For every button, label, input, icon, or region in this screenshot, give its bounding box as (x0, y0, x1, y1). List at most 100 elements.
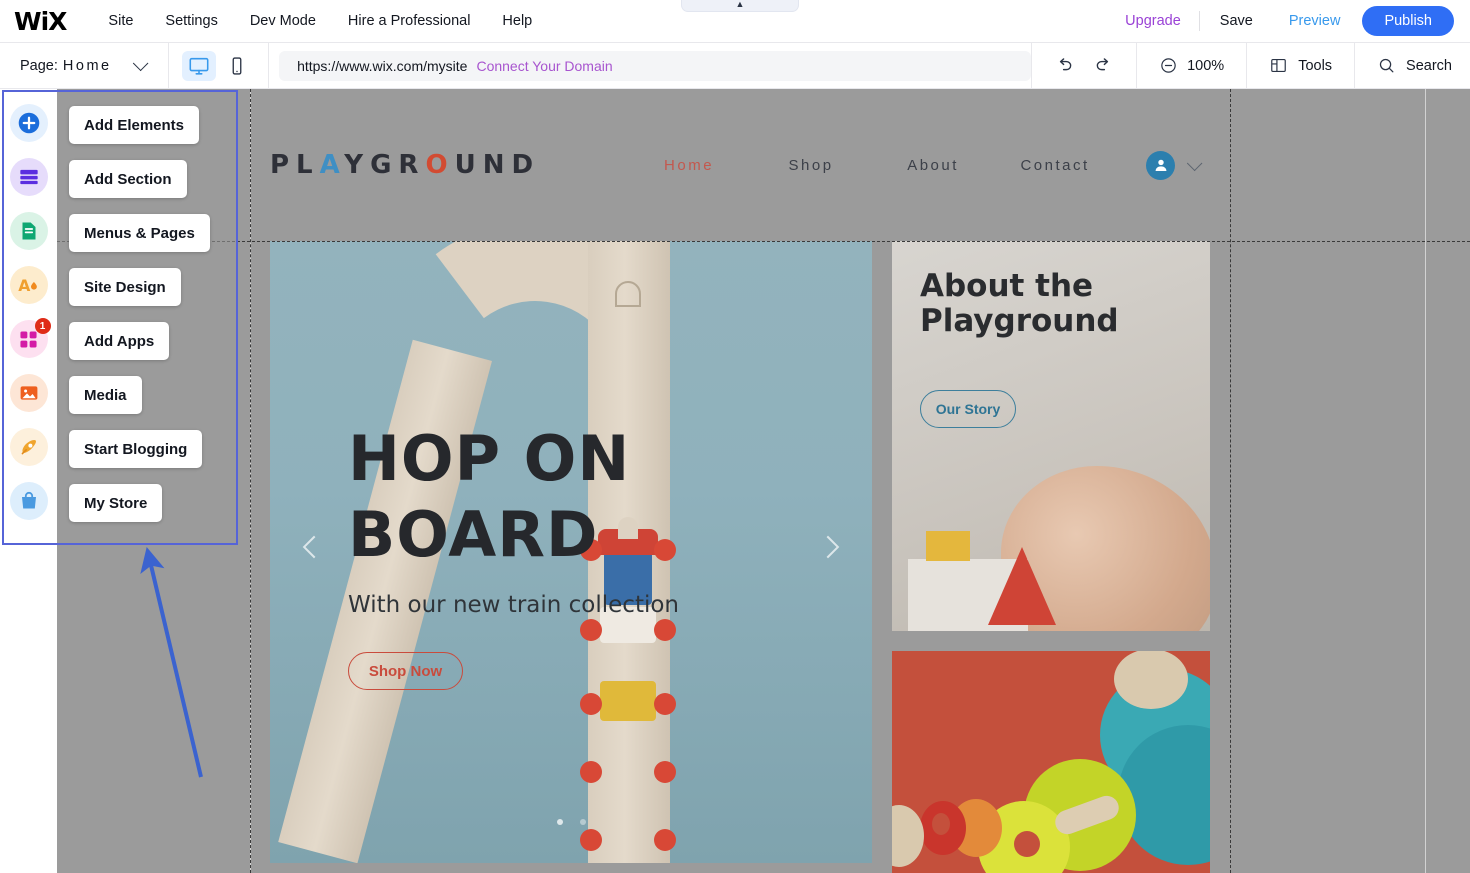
sidebar-item-site-design[interactable]: A (10, 266, 48, 304)
guide-horizontal-header (57, 241, 1470, 242)
search-button[interactable]: Search (1355, 56, 1470, 75)
site-url-bar[interactable]: https://www.wix.com/mysite Connect Your … (279, 51, 1031, 81)
top-nav-dev-mode[interactable]: Dev Mode (250, 13, 316, 29)
chevron-up-icon: ▲ (736, 0, 745, 8)
chevron-left-icon[interactable] (303, 536, 326, 559)
ring-wood-left (892, 805, 924, 867)
redo-button[interactable] (1093, 55, 1114, 76)
sidebar-item-add-section[interactable] (10, 158, 48, 196)
brand-letter-a: A (320, 150, 345, 180)
sidebar-item-start-blogging[interactable] (10, 428, 48, 466)
site-preview-frame: PLAYGROUND Home Shop About Contact (250, 89, 1422, 873)
minus-circle-icon (1159, 56, 1178, 75)
apps-notification-badge: 1 (35, 318, 51, 334)
hero-subtitle: With our new train collection (348, 592, 679, 618)
menu-button-site-design[interactable]: Site Design (69, 268, 181, 306)
guide-vertical-right (1230, 89, 1231, 873)
ring-hole-red (932, 813, 950, 835)
hero-title-line-1: HOP ON (348, 421, 679, 497)
panels-layout-icon (1269, 56, 1288, 75)
brand-part-3: UND (455, 150, 540, 180)
top-nav-settings[interactable]: Settings (165, 13, 217, 29)
our-story-button[interactable]: Our Story (920, 390, 1016, 428)
hero-title-line-2: BOARD (348, 497, 679, 573)
section-edge-right (1425, 89, 1426, 873)
undo-arrow-icon (1054, 55, 1075, 76)
top-nav-site[interactable]: Site (108, 13, 133, 29)
menu-button-my-store[interactable]: My Store (69, 484, 162, 522)
chevron-down-icon[interactable] (1187, 155, 1203, 171)
train-wheel-10 (654, 829, 676, 851)
about-title-line-2: Playground (920, 304, 1119, 339)
brand-letter-o: O (425, 150, 454, 180)
guide-vertical-left (250, 89, 251, 873)
carousel-dots (270, 819, 872, 825)
top-nav-help[interactable]: Help (502, 13, 532, 29)
save-button[interactable]: Save (1200, 13, 1273, 29)
collapse-toolbar-tab[interactable]: ▲ (681, 0, 799, 12)
page-selector[interactable]: Page: Home (0, 43, 168, 88)
menu-button-media[interactable]: Media (69, 376, 142, 414)
account-menu (1146, 151, 1198, 180)
toys-photo-card (892, 651, 1210, 873)
sidebar-item-media[interactable] (10, 374, 48, 412)
preview-button[interactable]: Preview (1273, 13, 1357, 29)
divider (268, 43, 269, 89)
history-controls (1032, 55, 1136, 76)
plus-circle-icon (16, 110, 42, 136)
chevron-right-icon[interactable] (817, 536, 840, 559)
sidebar-item-add-apps[interactable]: 1 (10, 320, 48, 358)
site-nav-shop[interactable]: Shop (750, 157, 872, 174)
train-wheel-9 (580, 829, 602, 851)
undo-button[interactable] (1054, 55, 1075, 76)
hero-content: HOP ON BOARD With our new train collecti… (348, 421, 679, 690)
about-card-title: About the Playground (920, 269, 1119, 338)
menu-button-add-elements[interactable]: Add Elements (69, 106, 199, 144)
top-nav: Site Settings Dev Mode Hire a Profession… (108, 13, 532, 29)
desktop-view-button[interactable] (182, 51, 216, 81)
train-wheel-5 (580, 693, 602, 715)
connect-domain-link[interactable]: Connect Your Domain (476, 58, 612, 74)
sidebar-item-add-elements[interactable] (10, 104, 48, 142)
sidebar-item-menus-and-pages[interactable] (10, 212, 48, 250)
hero-slider: HOP ON BOARD With our new train collecti… (270, 241, 872, 863)
desktop-monitor-icon (188, 55, 210, 77)
top-bar-actions: Upgrade Save Preview Publish (1107, 0, 1470, 42)
page-selector-value: Home (63, 58, 112, 74)
search-label: Search (1406, 58, 1452, 74)
train-wheel-7 (580, 761, 602, 783)
wix-logo[interactable]: WiX (14, 7, 66, 36)
menu-button-add-section[interactable]: Add Section (69, 160, 187, 198)
sections-stack-icon (16, 164, 42, 190)
site-nav-home[interactable]: Home (628, 157, 750, 174)
zoom-control[interactable]: 100% (1137, 56, 1246, 75)
wix-editor-window: WiX Site Settings Dev Mode Hire a Profes… (0, 0, 1470, 873)
site-canvas: PLAYGROUND Home Shop About Contact (57, 89, 1470, 873)
user-avatar-icon (1152, 156, 1170, 174)
train-wheel-6 (654, 693, 676, 715)
sidebar-item-my-store[interactable] (10, 482, 48, 520)
toolbar-right-actions: 100% Tools Search (1031, 43, 1470, 88)
zoom-level-value: 100% (1187, 58, 1224, 74)
menu-button-add-apps[interactable]: Add Apps (69, 322, 169, 360)
upgrade-link[interactable]: Upgrade (1107, 13, 1199, 29)
avatar[interactable] (1146, 151, 1175, 180)
menu-button-start-blogging[interactable]: Start Blogging (69, 430, 202, 468)
mobile-view-button[interactable] (220, 51, 254, 81)
top-nav-hire-a-professional[interactable]: Hire a Professional (348, 13, 471, 29)
carousel-dot-1[interactable] (557, 819, 563, 825)
ring-wood-top (1114, 651, 1188, 709)
site-nav-about[interactable]: About (872, 157, 994, 174)
shop-now-button[interactable]: Shop Now (348, 652, 463, 690)
site-logo[interactable]: PLAYGROUND (270, 150, 540, 180)
tools-button[interactable]: Tools (1247, 56, 1354, 75)
menu-button-menus-and-pages[interactable]: Menus & Pages (69, 214, 210, 252)
letter-a-droplet-icon: A (16, 273, 41, 298)
brand-part-2: YGR (344, 150, 425, 180)
carousel-dot-2[interactable] (580, 819, 586, 825)
site-header: PLAYGROUND Home Shop About Contact (250, 89, 1422, 241)
editor-toolbar: Page: Home https://www.wix.com/mysite (0, 43, 1470, 89)
publish-button[interactable]: Publish (1362, 6, 1454, 36)
site-nav-contact[interactable]: Contact (994, 157, 1116, 174)
magnifier-icon (1377, 56, 1396, 75)
